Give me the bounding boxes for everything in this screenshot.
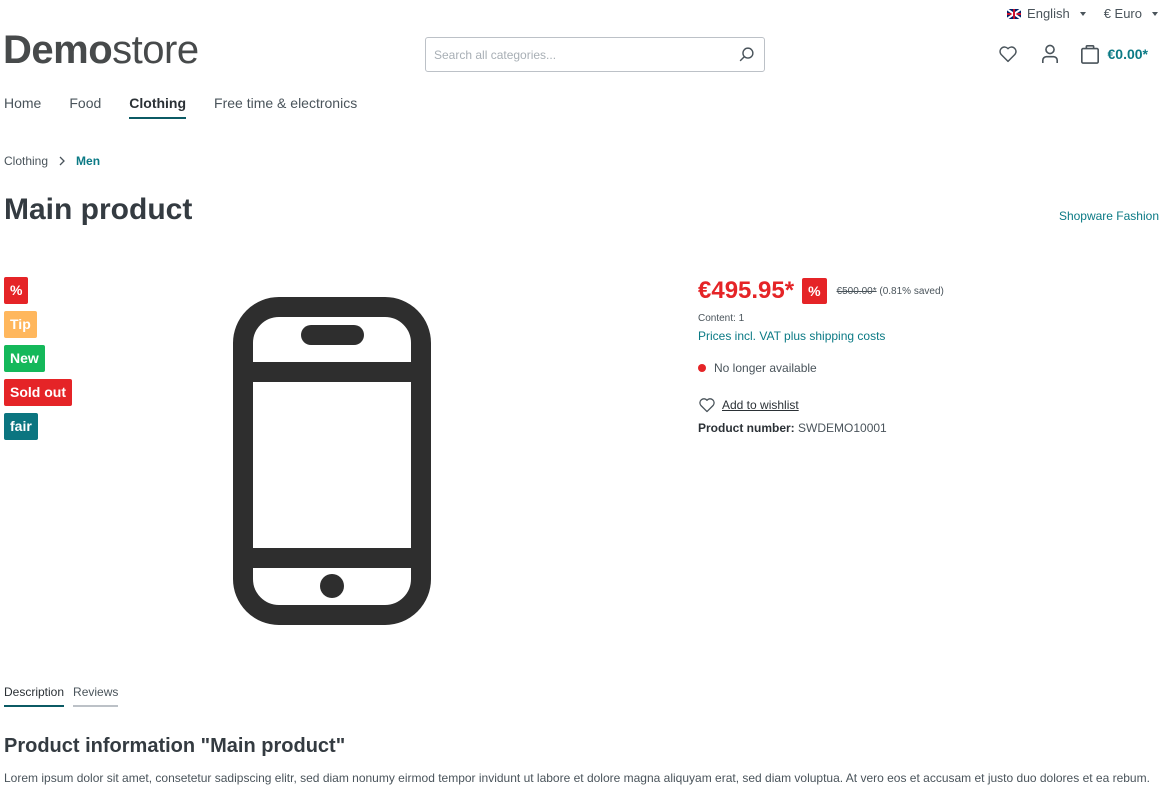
currency-label: € Euro bbox=[1103, 6, 1142, 21]
product-content: Content: 1 bbox=[698, 313, 745, 324]
tab-reviews[interactable]: Reviews bbox=[73, 685, 119, 707]
description-text: Lorem ipsum dolor sit amet, consetetur s… bbox=[4, 771, 1150, 785]
product-number-label: Product number: bbox=[698, 421, 795, 435]
search-bar bbox=[425, 37, 765, 72]
header-actions: €0.00* bbox=[996, 42, 1148, 66]
status-dot-icon bbox=[698, 364, 706, 372]
logo-bold-text: Demo bbox=[3, 28, 113, 72]
account-button[interactable] bbox=[1038, 42, 1062, 66]
manufacturer-link[interactable]: Shopware Fashion bbox=[1059, 209, 1159, 223]
store-logo[interactable]: Demostore bbox=[3, 28, 199, 73]
list-price-info: €500.00* (0.81% saved) bbox=[837, 286, 944, 297]
nav-item-home[interactable]: Home bbox=[4, 95, 41, 117]
savings-percent: (0.81% saved) bbox=[879, 285, 944, 297]
currency-selector[interactable]: € Euro bbox=[1104, 6, 1158, 21]
heart-icon bbox=[699, 398, 715, 413]
price-discount-badge: % bbox=[802, 278, 827, 304]
breadcrumb-item-clothing[interactable]: Clothing bbox=[4, 154, 48, 168]
caret-down-icon bbox=[1152, 11, 1158, 16]
tab-description[interactable]: Description bbox=[4, 685, 65, 707]
shopping-bag-icon bbox=[1080, 45, 1099, 64]
price-row: €495.95* % €500.00* (0.81% saved) bbox=[698, 277, 1158, 305]
nav-item-free-time-electronics[interactable]: Free time & electronics bbox=[214, 95, 357, 117]
add-to-wishlist-button[interactable]: Add to wishlist bbox=[698, 397, 1158, 413]
language-label: English bbox=[1027, 6, 1070, 21]
caret-down-icon bbox=[1079, 11, 1086, 16]
badge-new: New bbox=[4, 345, 45, 372]
user-icon bbox=[1041, 44, 1058, 63]
buy-box: €495.95* % €500.00* (0.81% saved) Conten… bbox=[698, 277, 1158, 435]
wishlist-button[interactable] bbox=[996, 42, 1020, 66]
delivery-status-text: No longer available bbox=[714, 361, 817, 375]
breadcrumb: Clothing Men bbox=[4, 154, 100, 168]
product-number: Product number: SWDEMO10001 bbox=[698, 421, 1158, 435]
nav-item-food[interactable]: Food bbox=[69, 95, 101, 117]
delivery-status: No longer available bbox=[698, 361, 1158, 375]
product-image[interactable] bbox=[233, 297, 431, 630]
product-detail-tabs: Description Reviews bbox=[4, 685, 119, 707]
badge-discount: % bbox=[4, 277, 29, 304]
nav-item-clothing[interactable]: Clothing bbox=[129, 95, 186, 119]
language-selector[interactable]: English bbox=[1007, 6, 1086, 21]
badge-fair: fair bbox=[4, 413, 38, 440]
breadcrumb-item-men[interactable]: Men bbox=[76, 154, 100, 168]
search-button[interactable] bbox=[736, 45, 756, 65]
product-price: €495.95* bbox=[698, 277, 795, 304]
smartphone-icon bbox=[233, 297, 431, 625]
search-input[interactable] bbox=[434, 47, 736, 62]
heart-icon bbox=[998, 46, 1017, 63]
add-to-wishlist-label: Add to wishlist bbox=[722, 398, 799, 412]
cart-total: €0.00* bbox=[1107, 46, 1148, 62]
top-bar: English € Euro bbox=[1007, 6, 1158, 21]
product-title: Main product bbox=[4, 193, 193, 226]
cart-button[interactable]: €0.00* bbox=[1080, 44, 1148, 64]
description-title: Product information "Main product" bbox=[4, 735, 346, 757]
product-badges: % Tip New Sold out fair bbox=[4, 277, 72, 440]
list-price: €500.00* bbox=[836, 285, 877, 297]
uk-flag-icon bbox=[1007, 8, 1022, 19]
badge-tip: Tip bbox=[4, 311, 37, 338]
tax-shipping-link[interactable]: Prices incl. VAT plus shipping costs bbox=[698, 329, 1158, 343]
search-icon bbox=[739, 47, 754, 62]
product-number-value: SWDEMO10001 bbox=[798, 421, 887, 435]
badge-sold-out: Sold out bbox=[4, 379, 72, 406]
main-navigation: Home Food Clothing Free time & electroni… bbox=[4, 95, 357, 119]
chevron-right-icon bbox=[59, 156, 65, 166]
logo-light-text: store bbox=[112, 28, 199, 72]
